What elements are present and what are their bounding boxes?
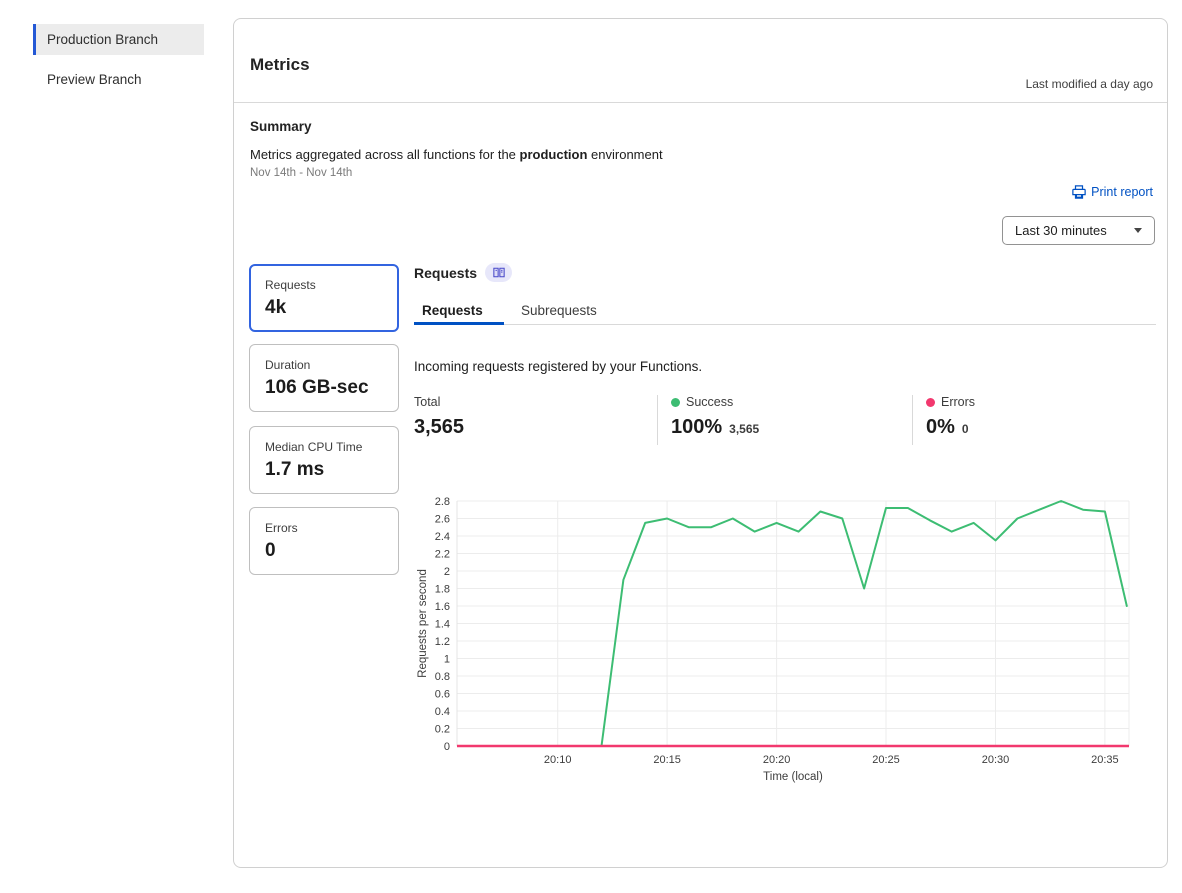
svg-text:Requests per second: Requests per second <box>417 569 429 678</box>
svg-text:2.4: 2.4 <box>435 531 450 543</box>
svg-text:1.4: 1.4 <box>435 619 450 631</box>
metric-card-errors[interactable]: Errors 0 <box>249 507 399 575</box>
sidebar-item-label: Preview Branch <box>47 72 142 87</box>
stat-success: Success 100% 3,565 <box>671 395 759 439</box>
errors-dot-icon <box>926 398 935 407</box>
metric-card-label: Median CPU Time <box>265 440 383 454</box>
time-range-select[interactable]: Last 30 minutes <box>1002 216 1155 245</box>
tabs-divider <box>414 324 1156 325</box>
svg-text:2.8: 2.8 <box>435 496 450 508</box>
stat-value: 100% <box>671 416 722 439</box>
sidebar-item-label: Production Branch <box>47 32 158 47</box>
date-range: Nov 14th - Nov 14th <box>250 167 352 179</box>
requests-per-second-chart: 0 0.2 0.4 0.6 0.8 1 1.2 1.4 1.6 1.8 2 2.2 2.4 2.6 2.8 2… <box>414 489 1149 789</box>
metric-card-median-cpu-time[interactable]: Median CPU Time 1.7 ms <box>249 426 399 494</box>
stat-errors: Errors 0% 0 <box>926 395 975 439</box>
svg-text:2.6: 2.6 <box>435 514 450 526</box>
metric-card-label: Duration <box>265 358 383 372</box>
print-report-link[interactable]: Print report <box>1072 185 1153 199</box>
active-tab-indicator <box>414 322 504 325</box>
docs-button[interactable] <box>485 263 512 282</box>
page-title: Metrics <box>250 55 310 75</box>
requests-section-title: Requests <box>414 263 512 282</box>
svg-text:20:30: 20:30 <box>982 754 1010 766</box>
book-icon <box>493 267 505 278</box>
summary-description: Metrics aggregated across all functions … <box>250 147 663 162</box>
metric-card-value: 4k <box>265 297 383 319</box>
svg-text:20:25: 20:25 <box>872 754 900 766</box>
header-divider <box>234 102 1167 103</box>
metric-card-value: 0 <box>265 540 383 562</box>
svg-text:0.8: 0.8 <box>435 671 450 683</box>
tab-subrequests[interactable]: Subrequests <box>521 303 597 318</box>
stat-divider <box>657 395 658 445</box>
svg-text:1.6: 1.6 <box>435 601 450 613</box>
metric-card-requests[interactable]: Requests 4k <box>249 264 399 332</box>
stat-value: 3,565 <box>414 416 464 439</box>
svg-text:0.6: 0.6 <box>435 689 450 701</box>
svg-text:20:15: 20:15 <box>653 754 681 766</box>
svg-text:Time (local): Time (local) <box>763 771 823 783</box>
metric-card-label: Requests <box>265 278 383 292</box>
stat-label: Errors <box>941 395 975 409</box>
stat-label: Total <box>414 395 440 409</box>
stat-label: Success <box>686 395 733 409</box>
sidebar-item-preview-branch[interactable]: Preview Branch <box>33 64 204 95</box>
stat-divider <box>912 395 913 445</box>
stat-value: 0% <box>926 416 955 439</box>
metric-card-value: 106 GB-sec <box>265 377 383 399</box>
tab-requests[interactable]: Requests <box>422 303 483 318</box>
line-chart-canvas: 0 0.2 0.4 0.6 0.8 1 1.2 1.4 1.6 1.8 2 2.2 2.4 2.6 2.8 2… <box>414 489 1149 789</box>
printer-icon <box>1072 185 1086 199</box>
requests-description: Incoming requests registered by your Fun… <box>414 359 702 374</box>
time-range-value: Last 30 minutes <box>1015 223 1107 238</box>
svg-text:1: 1 <box>444 654 450 666</box>
stat-sub-value: 0 <box>962 422 969 436</box>
metrics-panel: Metrics Last modified a day ago Summary … <box>233 18 1168 868</box>
svg-text:0.4: 0.4 <box>435 706 450 718</box>
last-modified-text: Last modified a day ago <box>1026 77 1153 91</box>
svg-text:20:35: 20:35 <box>1091 754 1119 766</box>
sidebar-item-production-branch[interactable]: Production Branch <box>33 24 204 55</box>
print-report-label: Print report <box>1091 185 1153 199</box>
metric-card-label: Errors <box>265 521 383 535</box>
environment-name: production <box>520 147 588 162</box>
svg-text:2.2: 2.2 <box>435 549 450 561</box>
svg-text:20:10: 20:10 <box>544 754 572 766</box>
svg-text:0: 0 <box>444 741 450 753</box>
stat-sub-value: 3,565 <box>729 422 759 436</box>
svg-text:2: 2 <box>444 566 450 578</box>
svg-text:1.8: 1.8 <box>435 584 450 596</box>
stat-total: Total 3,565 <box>414 395 464 439</box>
summary-title: Summary <box>250 119 312 134</box>
svg-text:1.2: 1.2 <box>435 636 450 648</box>
metric-card-duration[interactable]: Duration 106 GB-sec <box>249 344 399 412</box>
metric-card-value: 1.7 ms <box>265 459 383 481</box>
success-dot-icon <box>671 398 680 407</box>
svg-text:20:20: 20:20 <box>763 754 791 766</box>
chevron-down-icon <box>1134 228 1142 233</box>
svg-text:0.2: 0.2 <box>435 724 450 736</box>
